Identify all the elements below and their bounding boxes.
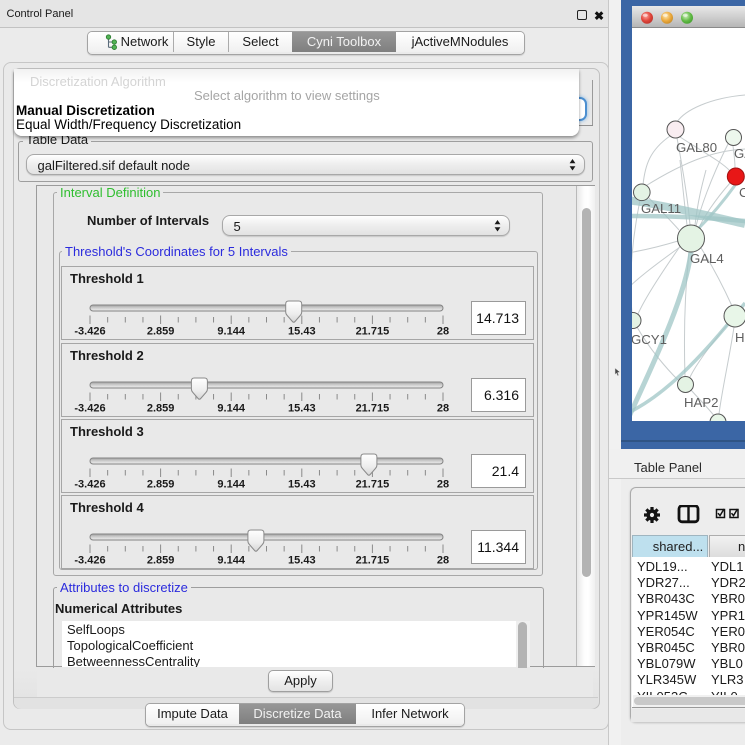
svg-text:28: 28 [437, 555, 449, 567]
svg-text:21.715: 21.715 [356, 403, 390, 415]
svg-text:C: C [739, 185, 745, 200]
svg-text:GCY1: GCY1 [632, 332, 667, 347]
svg-text:HAP2: HAP2 [684, 395, 718, 410]
svg-text:GAL80: GAL80 [676, 140, 717, 155]
svg-text:GAL11: GAL11 [641, 201, 681, 216]
svg-text:-3.426: -3.426 [74, 478, 105, 490]
svg-text:2.859: 2.859 [147, 478, 175, 490]
svg-text:9.144: 9.144 [217, 403, 245, 415]
svg-text:GAL4: GAL4 [690, 251, 724, 266]
svg-text:21.715: 21.715 [356, 326, 390, 338]
svg-text:9.144: 9.144 [217, 478, 245, 490]
svg-text:9.144: 9.144 [217, 326, 245, 338]
svg-text:28: 28 [437, 326, 449, 338]
svg-text:15.43: 15.43 [288, 478, 316, 490]
svg-text:15.43: 15.43 [288, 403, 316, 415]
svg-text:21.715: 21.715 [356, 555, 390, 567]
svg-text:GA: GA [734, 146, 745, 161]
svg-text:28: 28 [437, 478, 449, 490]
svg-text:15.43: 15.43 [288, 326, 316, 338]
svg-text:2.859: 2.859 [147, 403, 175, 415]
svg-text:15.43: 15.43 [288, 555, 316, 567]
svg-text:H: H [735, 330, 745, 345]
svg-text:21.715: 21.715 [356, 478, 390, 490]
svg-text:-3.426: -3.426 [74, 555, 105, 567]
svg-text:9.144: 9.144 [217, 555, 245, 567]
svg-text:2.859: 2.859 [147, 555, 175, 567]
svg-text:-3.426: -3.426 [74, 326, 105, 338]
svg-text:-3.426: -3.426 [74, 403, 105, 415]
svg-text:2.859: 2.859 [147, 326, 175, 338]
svg-text:28: 28 [437, 403, 449, 415]
